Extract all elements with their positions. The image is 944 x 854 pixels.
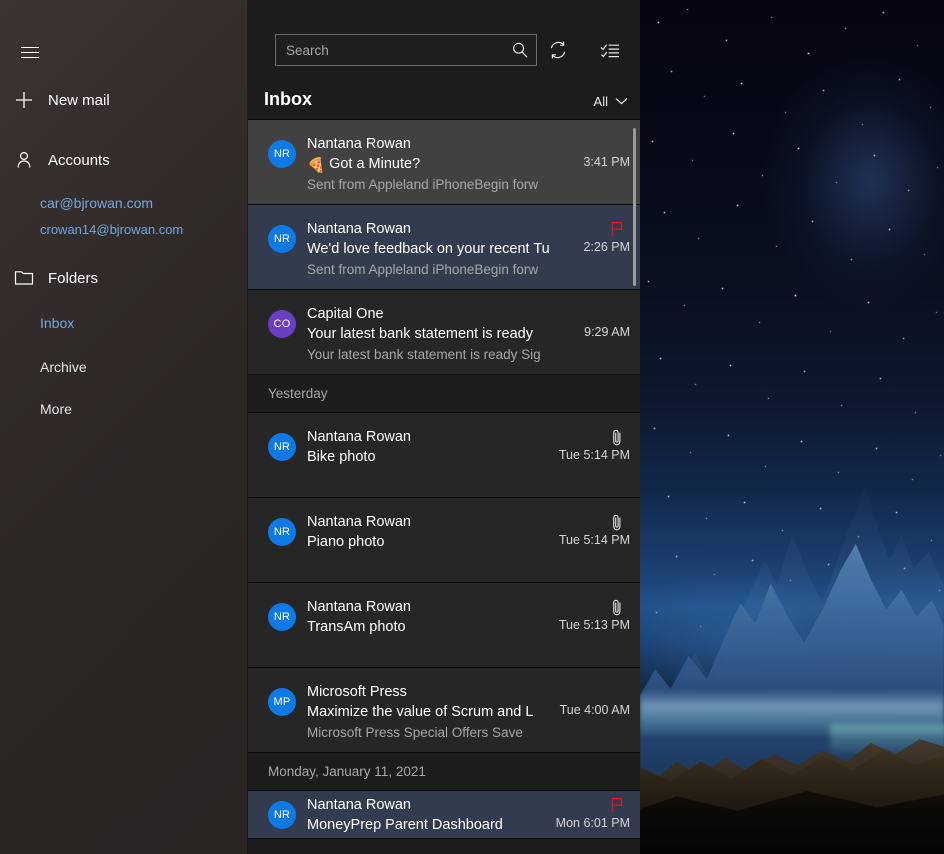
sidebar-folder-more[interactable]: More [0,394,248,424]
message-subject: We'd love feedback on your recent Tu [307,241,550,257]
message-subject: Your latest bank statement is ready [307,326,533,342]
folder-icon [0,258,48,298]
hamburger-icon [21,46,39,58]
message-list-item[interactable]: NR Nantana Rowan Bike photo Tue 5:14 PM [248,413,640,498]
plus-icon [0,80,48,120]
hamburger-menu-button[interactable] [6,36,54,68]
avatar: CO [268,310,296,338]
message-preview: Microsoft Press Special Offers Save [307,725,523,740]
message-group-header: Yesterday [248,375,640,413]
message-preview: Sent from Appleland iPhoneBegin forw [307,262,539,277]
chevron-down-icon [615,92,628,110]
attachment-icon [613,429,621,446]
message-list-scrollbar[interactable] [633,128,636,286]
message-timestamp: 3:41 PM [583,155,630,169]
message-list-item[interactable]: NR Nantana Rowan 🍕 Got a Minute? Sent from A… [248,120,640,205]
folders-label: Folders [48,269,99,287]
flag-icon [611,222,622,237]
message-preview: Sent from Appleland iPhoneBegin forw [307,177,539,192]
message-list-item[interactable]: NR Nantana Rowan MoneyPrep Parent Dashboar… [248,791,640,839]
flag-icon[interactable] [610,797,624,813]
list-header: Inbox All [248,82,640,120]
message-list[interactable]: NR Nantana Rowan 🍕 Got a Minute? Sent from A… [248,120,640,854]
message-sender: Nantana Rowan [307,221,411,237]
new-mail-button[interactable]: New mail [0,80,248,120]
subject-emoji-icon: 🍕 [307,158,326,174]
message-sender: Nantana Rowan [307,514,411,530]
sidebar-folder-archive[interactable]: Archive [0,352,248,382]
group-header-label: Yesterday [268,386,328,401]
message-timestamp: 9:29 AM [584,325,630,339]
avatar: NR [268,225,296,253]
screen: New mail Accounts car@bjrowan.com crowan… [0,0,944,854]
message-group-header: Monday, January 11, 2021 [248,753,640,791]
message-timestamp: Mon 6:01 PM [555,816,630,830]
attachment-icon [610,429,624,446]
message-preview: Your latest bank statement is ready Sig [307,347,541,362]
message-subject: Piano photo [307,534,385,550]
message-list-item[interactable]: NR Nantana Rowan TransAm photo Tue 5:13 PM [248,583,640,668]
starfield [640,0,641,1]
message-list-pane: Inbox All NR Nantana Rowan 🍕Got a Minute? S… [248,0,640,854]
message-sender: Nantana Rowan [307,599,411,615]
select-mode-button[interactable] [594,34,626,66]
sidebar-folder-inbox[interactable]: Inbox [0,308,248,338]
page-title: Inbox [264,89,312,109]
filter-dropdown[interactable]: All [594,90,628,112]
message-sender: Nantana Rowan [307,797,411,813]
attachment-icon [610,599,624,616]
avatar: MP [268,688,296,716]
message-timestamp: Tue 5:14 PM [558,533,630,547]
folders-button[interactable]: Folders [0,258,248,298]
avatar: NR [268,433,296,461]
account-item-secondary[interactable]: crowan14@bjrowan.com [0,214,248,244]
search-icon[interactable] [504,35,536,65]
message-sender: Capital One [307,306,384,322]
avatar: NR [268,801,296,829]
select-mode-icon [600,44,619,58]
message-list-item[interactable]: MP Microsoft Press Maximize the value of S… [248,668,640,753]
group-header-label: Monday, January 11, 2021 [268,764,426,779]
message-timestamp: Tue 4:00 AM [559,703,630,717]
message-list-item[interactable]: NR Nantana Rowan We'd love feedback on you… [248,205,640,290]
message-subject: MoneyPrep Parent Dashboard [307,817,503,833]
message-sender: Nantana Rowan [307,136,411,152]
flag-icon[interactable] [610,221,624,237]
message-sender: Nantana Rowan [307,429,411,445]
list-toolbar [248,24,640,80]
message-subject: Maximize the value of Scrum and L [307,704,534,720]
filter-label: All [593,93,608,109]
message-timestamp: Tue 5:14 PM [558,448,630,462]
search-input[interactable] [276,42,504,58]
message-subject: TransAm photo [307,619,406,635]
message-list-item[interactable]: CO Capital One Your latest bank statement … [248,290,640,375]
flag-icon [611,798,622,813]
navigation-pane: New mail Accounts car@bjrowan.com crowan… [0,0,248,854]
mail-app-window: New mail Accounts car@bjrowan.com crowan… [0,0,640,854]
sync-icon [550,41,566,59]
desktop-wallpaper [640,0,944,854]
accounts-label: Accounts [48,151,110,169]
avatar: NR [268,140,296,168]
message-subject: Bike photo [307,449,376,465]
message-timestamp: 2:26 PM [583,240,630,254]
message-list-item[interactable]: NR Nantana Rowan Piano photo Tue 5:14 PM [248,498,640,583]
attachment-icon [613,599,621,616]
sync-button[interactable] [542,34,574,66]
person-icon [0,140,48,180]
new-mail-label: New mail [48,91,110,109]
message-sender: Microsoft Press [307,684,407,700]
attachment-icon [610,514,624,531]
attachment-icon [613,514,621,531]
accounts-button[interactable]: Accounts [0,140,248,180]
message-subject: 🍕 Got a Minute? [307,156,421,174]
avatar: NR [268,518,296,546]
message-timestamp: Tue 5:13 PM [558,618,630,632]
search-box[interactable] [275,34,537,66]
avatar: NR [268,603,296,631]
